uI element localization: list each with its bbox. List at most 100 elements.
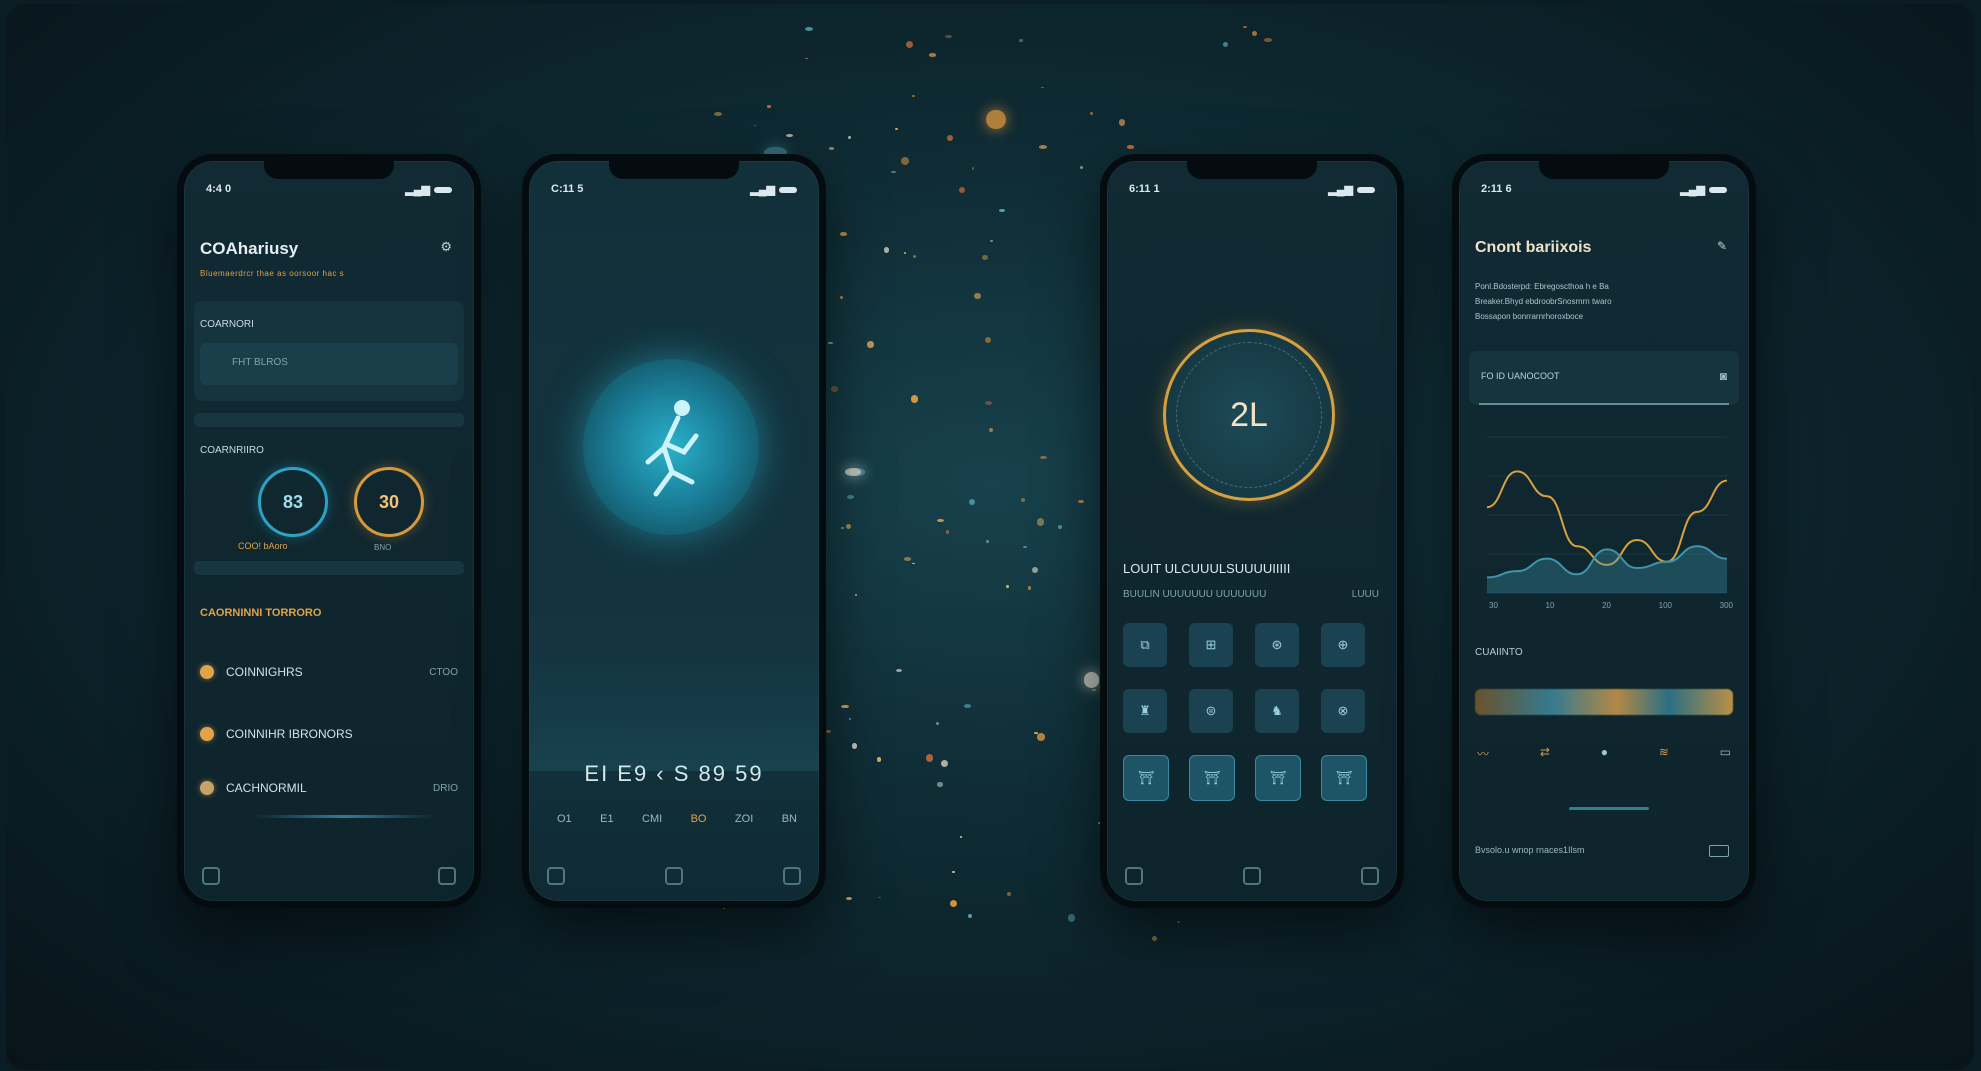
list-item-label: CACHNORMIL bbox=[226, 781, 307, 795]
nav-profile-icon[interactable] bbox=[1361, 867, 1379, 885]
confetti-particle bbox=[1251, 31, 1258, 37]
footer-text: Bvsolo.u wnop rnaces1Ilsm bbox=[1475, 845, 1585, 855]
tile-5[interactable]: ♜ bbox=[1123, 689, 1167, 733]
confetti-particle bbox=[845, 524, 852, 530]
nav-home-icon[interactable] bbox=[202, 867, 220, 885]
section-heading: LOUIT ULCUUULSUUUUIIIII bbox=[1123, 561, 1291, 576]
tile-8[interactable]: ⊗ bbox=[1321, 689, 1365, 733]
confetti-particle bbox=[1078, 499, 1085, 503]
tile-11[interactable]: ⛩ bbox=[1255, 755, 1301, 801]
tile-1[interactable]: ⧉ bbox=[1123, 623, 1167, 667]
confetti-particle bbox=[967, 913, 973, 919]
goal-ring-blue-value: 83 bbox=[282, 491, 304, 512]
confetti-particle bbox=[1083, 672, 1100, 688]
grid-icon[interactable]: ▭ bbox=[1720, 745, 1731, 762]
confetti-particle bbox=[925, 754, 934, 762]
confetti-particle bbox=[963, 703, 972, 708]
nav-home-icon[interactable] bbox=[1125, 867, 1143, 885]
phone-notch bbox=[609, 159, 739, 179]
swap-icon[interactable]: ⇄ bbox=[1540, 745, 1550, 762]
phone-notch bbox=[264, 159, 394, 179]
tile-3[interactable]: ⊛ bbox=[1255, 623, 1299, 667]
tile-6[interactable]: ⊜ bbox=[1189, 689, 1233, 733]
confetti-particle bbox=[1022, 545, 1027, 548]
confetti-particle bbox=[1118, 118, 1126, 126]
tile-icon: ⛩ bbox=[1269, 770, 1287, 785]
bottom-nav bbox=[1125, 867, 1379, 885]
nav-stats-icon[interactable] bbox=[1243, 867, 1261, 885]
confetti-particle bbox=[1021, 498, 1026, 503]
info-icon[interactable]: ◙ bbox=[1720, 369, 1727, 383]
goal-ring-gold-caption: BNO bbox=[374, 543, 392, 552]
search-field-label: FO ID UANOCOOT bbox=[1481, 371, 1560, 381]
x-tick-label: 30 bbox=[1489, 601, 1498, 610]
list-item[interactable]: COINNIHR IBRONORS bbox=[200, 727, 458, 741]
status-time: 4:4 0 bbox=[206, 183, 232, 195]
tile-4[interactable]: ⊕ bbox=[1321, 623, 1365, 667]
confetti-particle bbox=[947, 134, 954, 141]
confetti-particle bbox=[1006, 891, 1011, 896]
goal-ring-gold[interactable]: 30 bbox=[354, 467, 424, 537]
tile-2[interactable]: ⊞ bbox=[1189, 623, 1233, 667]
nav-menu-icon[interactable] bbox=[438, 867, 456, 885]
goals-label: COARNRIIRO bbox=[200, 445, 264, 456]
tile-9[interactable]: ⛩ bbox=[1123, 755, 1169, 801]
confetti-particle bbox=[985, 539, 990, 544]
tile-12[interactable]: ⛩ bbox=[1321, 755, 1367, 801]
confetti-particle bbox=[984, 336, 991, 343]
confetti-particle bbox=[1031, 567, 1038, 573]
dial-gauge[interactable]: 2L bbox=[1163, 329, 1335, 501]
confetti-particle bbox=[950, 899, 958, 907]
list-item[interactable]: COINNIGHRS CTOO bbox=[200, 665, 458, 679]
confetti-particle bbox=[895, 668, 902, 673]
settings-icon[interactable]: ⚙ bbox=[440, 239, 452, 255]
tile-icon: ⊜ bbox=[1205, 703, 1217, 718]
confetti-particle bbox=[841, 527, 845, 529]
tile-icon: ⊛ bbox=[1271, 637, 1283, 652]
page-title: COAhariusy bbox=[200, 239, 299, 258]
scroll-indicator bbox=[1569, 807, 1649, 810]
list-item[interactable]: CACHNORMIL DRIO bbox=[200, 781, 458, 795]
tile-7[interactable]: ♞ bbox=[1255, 689, 1299, 733]
globe-icon[interactable]: ● bbox=[1601, 745, 1608, 762]
confetti-particle bbox=[1038, 145, 1047, 150]
sub-value: O1 bbox=[557, 813, 572, 825]
form-input[interactable]: FHT BLROS bbox=[200, 343, 458, 385]
confetti-particle bbox=[912, 94, 915, 98]
confetti-particle bbox=[841, 704, 849, 709]
edit-icon[interactable]: ✎ bbox=[1717, 239, 1727, 253]
signal-battery-icon: ▂▄▆ bbox=[1328, 183, 1375, 196]
confetti-particle bbox=[971, 166, 975, 170]
wave-icon[interactable]: 〰 bbox=[1477, 745, 1489, 762]
coin-icon bbox=[200, 665, 214, 679]
confetti-particle bbox=[1040, 86, 1044, 89]
confetti-particle bbox=[974, 292, 981, 300]
nav-profile-icon[interactable] bbox=[783, 867, 801, 885]
description-line: Bossapon bonrrarnrhoroxboce bbox=[1475, 312, 1584, 321]
tile-10[interactable]: ⛩ bbox=[1189, 755, 1235, 801]
confetti-particle bbox=[1006, 585, 1009, 588]
stack-icon[interactable]: ≋ bbox=[1659, 745, 1669, 762]
goal-ring-blue[interactable]: 83 bbox=[258, 467, 328, 537]
x-tick-label: 100 bbox=[1658, 601, 1672, 610]
sub-value: CMI bbox=[642, 813, 663, 825]
nav-home-icon[interactable] bbox=[547, 867, 565, 885]
phone-notch bbox=[1539, 159, 1669, 179]
activity-orb[interactable] bbox=[583, 359, 759, 535]
confetti-particle bbox=[854, 593, 857, 597]
confetti-particle bbox=[990, 240, 994, 242]
line-chart bbox=[1486, 436, 1728, 594]
confetti-particle bbox=[1079, 165, 1083, 169]
confetti-particle bbox=[1264, 38, 1272, 43]
confetti-particle bbox=[903, 557, 911, 562]
form-card: COARNORI FHT BLROS bbox=[194, 301, 464, 401]
status-bar: C:11 5 ▂▄▆ bbox=[551, 183, 797, 196]
search-field[interactable]: FO ID UANOCOOT ◙ bbox=[1469, 351, 1739, 405]
nav-stats-icon[interactable] bbox=[665, 867, 683, 885]
confetti-particle bbox=[831, 386, 838, 393]
confetti-particle bbox=[1067, 913, 1076, 922]
confetti-particle bbox=[910, 395, 918, 403]
bottom-nav bbox=[547, 867, 801, 885]
sub-value: BO bbox=[690, 813, 707, 825]
status-bar: 4:4 0 ▂▄▆ bbox=[206, 183, 452, 196]
